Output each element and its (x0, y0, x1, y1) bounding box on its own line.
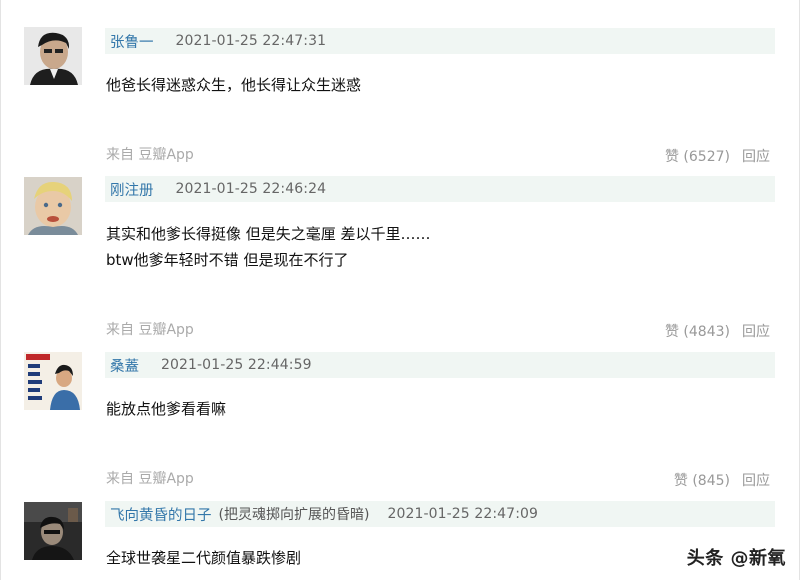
comment-time: 2021-01-25 22:47:31 (175, 33, 327, 49)
avatar[interactable] (24, 177, 82, 235)
comment-actions: 赞 (4843) 回应 (665, 321, 770, 341)
comment-text: 其实和他爹长得挺像 但是失之毫厘 差以千里…… btw他爹年轻时不错 但是现在不… (106, 222, 431, 272)
comment-text: 能放点他爹看看嘛 (106, 397, 226, 421)
like-button[interactable]: 赞 (845) (674, 470, 730, 490)
comment-source: 来自 豆瓣App (106, 471, 194, 487)
comment-text: 全球世袭星二代颜值暴跌惨剧 (106, 546, 301, 570)
comment-time: 2021-01-25 22:46:24 (175, 181, 327, 197)
reply-button[interactable]: 回应 (742, 470, 770, 490)
comment-time: 2021-01-25 22:47:09 (387, 506, 539, 522)
reply-button[interactable]: 回应 (742, 146, 770, 166)
watermark: 头条 @新氧 (686, 548, 786, 569)
author-name-link[interactable]: 刚注册 (110, 179, 154, 200)
comment-time: 2021-01-25 22:44:59 (161, 357, 312, 373)
like-button[interactable]: 赞 (4843) (665, 321, 730, 341)
avatar[interactable] (24, 27, 82, 85)
avatar[interactable] (24, 352, 82, 410)
comment-source: 来自 豆瓣App (106, 322, 194, 338)
comment-actions: 赞 (845) 回应 (674, 470, 770, 490)
comment-text-line: 其实和他爹长得挺像 但是失之毫厘 差以千里…… (106, 225, 431, 243)
avatar[interactable] (24, 502, 82, 560)
comment-footer: 来自 豆瓣App 赞 (6527) 回应 (106, 142, 776, 166)
author-name-link[interactable]: 飞向黄昏的日子 (110, 504, 212, 525)
comment-text: 他爸长得迷惑众生，他长得让众生迷惑 (106, 73, 361, 97)
comment-text-line: btw他爹年轻时不错 但是现在不行了 (106, 251, 349, 269)
comment-header: 桑蓋 2021-01-25 22:44:59 (105, 352, 775, 378)
author-signature: (把灵魂掷向扩展的昏暗) (218, 507, 370, 523)
comment-actions: 赞 (6527) 回应 (665, 146, 770, 166)
comment-text-line: 全球世袭星二代颜值暴跌惨剧 (106, 549, 302, 567)
comment-text-line: 他爸长得迷惑众生，他长得让众生迷惑 (106, 76, 362, 94)
author-name-link[interactable]: 张鲁一 (110, 31, 154, 52)
comment-text-line: 能放点他爹看看嘛 (106, 400, 227, 418)
comment-header: 张鲁一 2021-01-25 22:47:31 (105, 28, 775, 54)
reply-button[interactable]: 回应 (742, 321, 770, 341)
like-button[interactable]: 赞 (6527) (665, 146, 730, 166)
comment-source: 来自 豆瓣App (106, 147, 194, 163)
author-name-link[interactable]: 桑蓋 (110, 355, 139, 376)
comment-footer: 来自 豆瓣App 赞 (4843) 回应 (106, 317, 776, 341)
comment-header: 刚注册 2021-01-25 22:46:24 (105, 176, 775, 202)
comment-footer: 来自 豆瓣App 赞 (845) 回应 (106, 466, 776, 490)
comment-header: 飞向黄昏的日子 (把灵魂掷向扩展的昏暗) 2021-01-25 22:47:09 (105, 501, 775, 527)
